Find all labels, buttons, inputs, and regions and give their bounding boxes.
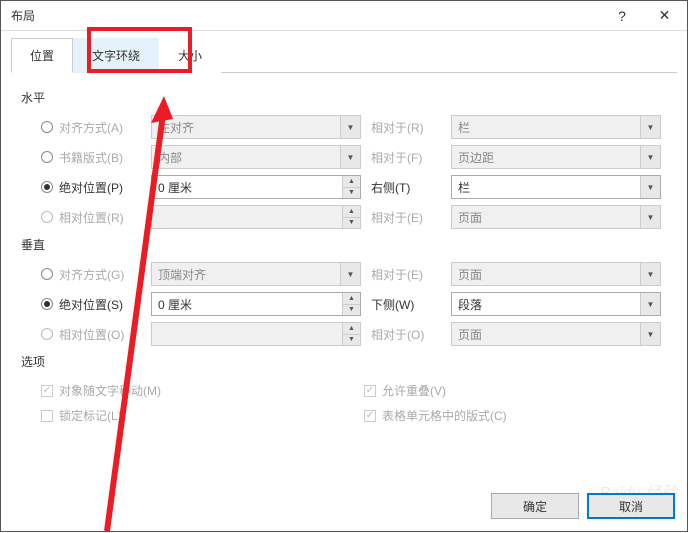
spin-down-icon[interactable]: ▼ bbox=[342, 218, 360, 229]
dropdown-icon: ▼ bbox=[640, 293, 660, 315]
tab-position[interactable]: 位置 bbox=[11, 38, 73, 73]
v-align-rel-select[interactable]: 页面▼ bbox=[451, 262, 661, 286]
h-abs-rel-select[interactable]: 栏▼ bbox=[451, 175, 661, 199]
tab-textwrap[interactable]: 文字环绕 bbox=[73, 38, 159, 73]
titlebar: 布局 ? ✕ bbox=[1, 1, 687, 31]
dropdown-icon: ▼ bbox=[640, 206, 660, 228]
tablecell-checkbox[interactable]: ✓ bbox=[364, 410, 376, 422]
spin-up-icon[interactable]: ▲ bbox=[342, 323, 360, 335]
movewithtext-label: 对象随文字移动(M) bbox=[59, 382, 161, 399]
v-abs-rel-select[interactable]: 段落▼ bbox=[451, 292, 661, 316]
h-book-select[interactable]: 内部▼ bbox=[151, 145, 361, 169]
dialog-title: 布局 bbox=[11, 7, 602, 24]
tab-bar: 位置 文字环绕 大小 bbox=[11, 37, 677, 73]
h-align-label: 对齐方式(A) bbox=[59, 119, 123, 136]
v-align-radio[interactable] bbox=[41, 268, 53, 280]
content-area: 水平 对齐方式(A) 左对齐▼ 相对于(R) 栏▼ 书籍版式(B) 内部▼ 相对… bbox=[1, 73, 687, 438]
v-rel-label: 相对位置(O) bbox=[59, 326, 124, 343]
h-abs-radio[interactable] bbox=[41, 181, 53, 193]
h-align-radio[interactable] bbox=[41, 121, 53, 133]
spin-down-icon[interactable]: ▼ bbox=[342, 305, 360, 316]
v-abs-rel-label: 下侧(W) bbox=[361, 296, 451, 313]
h-abs-spinner[interactable]: 0 厘米▲▼ bbox=[151, 175, 361, 199]
h-book-label: 书籍版式(B) bbox=[59, 149, 123, 166]
help-button[interactable]: ? bbox=[602, 8, 642, 24]
v-rel-rel-select[interactable]: 页面▼ bbox=[451, 322, 661, 346]
h-rel-rel-label: 相对于(E) bbox=[361, 209, 451, 226]
ok-button[interactable]: 确定 bbox=[491, 493, 579, 519]
close-button[interactable]: ✕ bbox=[642, 7, 687, 24]
dropdown-icon: ▼ bbox=[640, 323, 660, 345]
v-abs-radio[interactable] bbox=[41, 298, 53, 310]
dropdown-icon: ▼ bbox=[640, 146, 660, 168]
dropdown-icon: ▼ bbox=[640, 116, 660, 138]
spin-down-icon[interactable]: ▼ bbox=[342, 335, 360, 346]
h-book-radio[interactable] bbox=[41, 151, 53, 163]
v-rel-rel-label: 相对于(O) bbox=[361, 326, 451, 343]
lockanchor-checkbox[interactable] bbox=[41, 410, 53, 422]
dropdown-icon: ▼ bbox=[640, 263, 660, 285]
h-rel-spinner[interactable]: ▲▼ bbox=[151, 205, 361, 229]
movewithtext-checkbox[interactable]: ✓ bbox=[41, 385, 53, 397]
spin-up-icon[interactable]: ▲ bbox=[342, 293, 360, 305]
options-heading: 选项 bbox=[21, 353, 667, 370]
layout-dialog: 布局 ? ✕ 位置 文字环绕 大小 水平 对齐方式(A) 左对齐▼ 相对于(R)… bbox=[0, 0, 688, 532]
spin-up-icon[interactable]: ▲ bbox=[342, 176, 360, 188]
h-align-rel-select[interactable]: 栏▼ bbox=[451, 115, 661, 139]
allowoverlap-label: 允许重叠(V) bbox=[382, 382, 446, 399]
h-abs-rel-label: 右侧(T) bbox=[361, 179, 451, 196]
dropdown-icon: ▼ bbox=[340, 263, 360, 285]
h-book-rel-label: 相对于(F) bbox=[361, 149, 451, 166]
horizontal-heading: 水平 bbox=[21, 89, 667, 106]
h-rel-radio[interactable] bbox=[41, 211, 53, 223]
dropdown-icon: ▼ bbox=[340, 116, 360, 138]
h-align-rel-label: 相对于(R) bbox=[361, 119, 451, 136]
h-align-select[interactable]: 左对齐▼ bbox=[151, 115, 361, 139]
cancel-button[interactable]: 取消 bbox=[587, 493, 675, 519]
v-align-select[interactable]: 顶端对齐▼ bbox=[151, 262, 361, 286]
spin-up-icon[interactable]: ▲ bbox=[342, 206, 360, 218]
allowoverlap-checkbox[interactable]: ✓ bbox=[364, 385, 376, 397]
spin-down-icon[interactable]: ▼ bbox=[342, 188, 360, 199]
tablecell-label: 表格单元格中的版式(C) bbox=[382, 407, 507, 424]
dropdown-icon: ▼ bbox=[640, 176, 660, 198]
dropdown-icon: ▼ bbox=[340, 146, 360, 168]
h-book-rel-select[interactable]: 页边距▼ bbox=[451, 145, 661, 169]
v-rel-spinner[interactable]: ▲▼ bbox=[151, 322, 361, 346]
h-abs-label: 绝对位置(P) bbox=[59, 179, 123, 196]
v-align-rel-label: 相对于(E) bbox=[361, 266, 451, 283]
v-abs-spinner[interactable]: 0 厘米▲▼ bbox=[151, 292, 361, 316]
tab-size[interactable]: 大小 bbox=[159, 38, 221, 73]
lockanchor-label: 锁定标记(L) bbox=[59, 407, 122, 424]
vertical-heading: 垂直 bbox=[21, 236, 667, 253]
h-rel-label: 相对位置(R) bbox=[59, 209, 124, 226]
h-rel-rel-select[interactable]: 页面▼ bbox=[451, 205, 661, 229]
v-rel-radio[interactable] bbox=[41, 328, 53, 340]
v-abs-label: 绝对位置(S) bbox=[59, 296, 123, 313]
v-align-label: 对齐方式(G) bbox=[59, 266, 124, 283]
